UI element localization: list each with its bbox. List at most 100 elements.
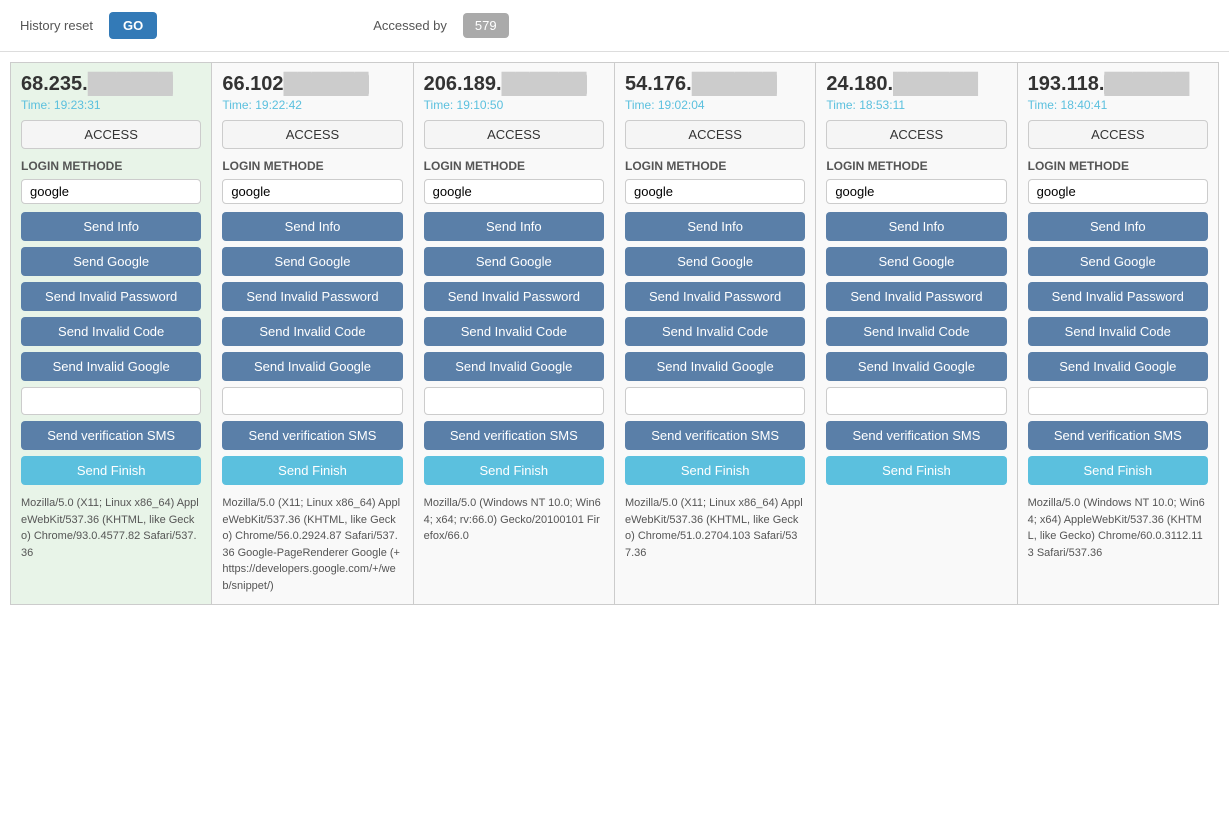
access-button[interactable]: ACCESS	[424, 120, 604, 149]
go-button[interactable]: GO	[109, 12, 157, 39]
column-0: 68.235.██████ Time: 19:23:31 ACCESS LOGI…	[10, 62, 212, 605]
access-button[interactable]: ACCESS	[625, 120, 805, 149]
time-label: Time: 19:22:42	[222, 98, 402, 112]
send-info-button[interactable]: Send Info	[826, 212, 1006, 241]
history-reset-label: History reset	[20, 18, 93, 33]
send-info-button[interactable]: Send Info	[625, 212, 805, 241]
send-invalid-code-button[interactable]: Send Invalid Code	[222, 317, 402, 346]
time-label: Time: 19:10:50	[424, 98, 604, 112]
access-count-badge: 579	[463, 13, 509, 38]
send-invalid-google-button[interactable]: Send Invalid Google	[222, 352, 402, 381]
send-invalid-code-button[interactable]: Send Invalid Code	[826, 317, 1006, 346]
login-method-input[interactable]	[222, 179, 402, 204]
send-invalid-google-button[interactable]: Send Invalid Google	[424, 352, 604, 381]
send-verification-sms-button[interactable]: Send verification SMS	[424, 421, 604, 450]
user-agent: Mozilla/5.0 (Windows NT 10.0; Win64; x64…	[1028, 495, 1208, 561]
login-methode-label: LOGIN METHODE	[222, 159, 402, 173]
send-finish-button[interactable]: Send Finish	[625, 456, 805, 485]
user-agent: Mozilla/5.0 (X11; Linux x86_64) AppleWeb…	[625, 495, 805, 561]
send-invalid-code-button[interactable]: Send Invalid Code	[1028, 317, 1208, 346]
send-verification-sms-button[interactable]: Send verification SMS	[222, 421, 402, 450]
send-google-button[interactable]: Send Google	[1028, 247, 1208, 276]
send-verification-sms-button[interactable]: Send verification SMS	[1028, 421, 1208, 450]
sms-input[interactable]	[625, 387, 805, 415]
send-info-button[interactable]: Send Info	[424, 212, 604, 241]
time-label: Time: 18:40:41	[1028, 98, 1208, 112]
send-info-button[interactable]: Send Info	[222, 212, 402, 241]
send-google-button[interactable]: Send Google	[222, 247, 402, 276]
send-finish-button[interactable]: Send Finish	[424, 456, 604, 485]
login-methode-label: LOGIN METHODE	[625, 159, 805, 173]
ip-address: 24.180.██████	[826, 73, 1006, 96]
send-google-button[interactable]: Send Google	[21, 247, 201, 276]
column-3: 54.176.██████ Time: 19:02:04 ACCESS LOGI…	[615, 62, 816, 605]
column-1: 66.102██████ Time: 19:22:42 ACCESS LOGIN…	[212, 62, 413, 605]
ip-blurred: ██████	[502, 73, 587, 96]
time-label: Time: 19:02:04	[625, 98, 805, 112]
sms-input[interactable]	[21, 387, 201, 415]
send-invalid-password-button[interactable]: Send Invalid Password	[826, 282, 1006, 311]
send-invalid-code-button[interactable]: Send Invalid Code	[424, 317, 604, 346]
send-invalid-code-button[interactable]: Send Invalid Code	[21, 317, 201, 346]
login-methode-label: LOGIN METHODE	[1028, 159, 1208, 173]
sms-input[interactable]	[1028, 387, 1208, 415]
ip-blurred: ██████	[1104, 73, 1189, 96]
time-label: Time: 19:23:31	[21, 98, 201, 112]
user-agent: Mozilla/5.0 (Windows NT 10.0; Win64; x64…	[424, 495, 604, 545]
send-verification-sms-button[interactable]: Send verification SMS	[826, 421, 1006, 450]
send-finish-button[interactable]: Send Finish	[1028, 456, 1208, 485]
send-invalid-password-button[interactable]: Send Invalid Password	[1028, 282, 1208, 311]
access-button[interactable]: ACCESS	[222, 120, 402, 149]
access-button[interactable]: ACCESS	[826, 120, 1006, 149]
ip-address: 206.189.██████	[424, 73, 604, 96]
send-verification-sms-button[interactable]: Send verification SMS	[625, 421, 805, 450]
ip-address: 54.176.██████	[625, 73, 805, 96]
sms-input[interactable]	[826, 387, 1006, 415]
send-finish-button[interactable]: Send Finish	[826, 456, 1006, 485]
send-invalid-google-button[interactable]: Send Invalid Google	[21, 352, 201, 381]
send-invalid-password-button[interactable]: Send Invalid Password	[424, 282, 604, 311]
send-google-button[interactable]: Send Google	[625, 247, 805, 276]
send-invalid-password-button[interactable]: Send Invalid Password	[625, 282, 805, 311]
login-method-input[interactable]	[424, 179, 604, 204]
ip-blurred: ██████	[692, 73, 777, 96]
user-agent: Mozilla/5.0 (X11; Linux x86_64) AppleWeb…	[21, 495, 201, 561]
send-invalid-google-button[interactable]: Send Invalid Google	[625, 352, 805, 381]
send-info-button[interactable]: Send Info	[1028, 212, 1208, 241]
ip-address: 68.235.██████	[21, 73, 201, 96]
user-agent: Mozilla/5.0 (X11; Linux x86_64) AppleWeb…	[222, 495, 402, 594]
send-google-button[interactable]: Send Google	[826, 247, 1006, 276]
send-google-button[interactable]: Send Google	[424, 247, 604, 276]
send-invalid-password-button[interactable]: Send Invalid Password	[21, 282, 201, 311]
time-label: Time: 18:53:11	[826, 98, 1006, 112]
column-4: 24.180.██████ Time: 18:53:11 ACCESS LOGI…	[816, 62, 1017, 605]
column-2: 206.189.██████ Time: 19:10:50 ACCESS LOG…	[414, 62, 615, 605]
login-methode-label: LOGIN METHODE	[826, 159, 1006, 173]
send-finish-button[interactable]: Send Finish	[21, 456, 201, 485]
sms-input[interactable]	[424, 387, 604, 415]
login-methode-label: LOGIN METHODE	[424, 159, 604, 173]
send-invalid-google-button[interactable]: Send Invalid Google	[1028, 352, 1208, 381]
login-method-input[interactable]	[21, 179, 201, 204]
ip-address: 66.102██████	[222, 73, 402, 96]
ip-blurred: ██████	[284, 73, 369, 96]
top-bar: History reset GO Accessed by 579	[0, 0, 1229, 52]
send-invalid-google-button[interactable]: Send Invalid Google	[826, 352, 1006, 381]
access-button[interactable]: ACCESS	[1028, 120, 1208, 149]
columns-container: 68.235.██████ Time: 19:23:31 ACCESS LOGI…	[0, 52, 1229, 615]
send-info-button[interactable]: Send Info	[21, 212, 201, 241]
send-verification-sms-button[interactable]: Send verification SMS	[21, 421, 201, 450]
sms-input[interactable]	[222, 387, 402, 415]
send-invalid-password-button[interactable]: Send Invalid Password	[222, 282, 402, 311]
accessed-label: Accessed by	[373, 18, 447, 33]
column-5: 193.118.██████ Time: 18:40:41 ACCESS LOG…	[1018, 62, 1219, 605]
send-finish-button[interactable]: Send Finish	[222, 456, 402, 485]
send-invalid-code-button[interactable]: Send Invalid Code	[625, 317, 805, 346]
login-methode-label: LOGIN METHODE	[21, 159, 201, 173]
access-button[interactable]: ACCESS	[21, 120, 201, 149]
ip-blurred: ██████	[893, 73, 978, 96]
login-method-input[interactable]	[826, 179, 1006, 204]
ip-address: 193.118.██████	[1028, 73, 1208, 96]
login-method-input[interactable]	[625, 179, 805, 204]
login-method-input[interactable]	[1028, 179, 1208, 204]
